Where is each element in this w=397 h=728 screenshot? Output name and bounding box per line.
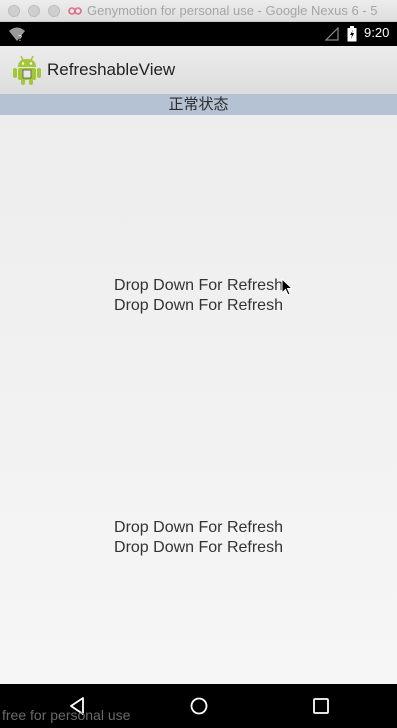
status-clock: 9:20	[364, 25, 390, 40]
list-item[interactable]: Drop Down For Refresh Drop Down For Refr…	[0, 518, 397, 558]
wifi-icon: ?	[9, 27, 25, 42]
list-item[interactable]: Drop Down For Refresh Drop Down For Refr…	[0, 276, 397, 316]
genymotion-logo-icon	[68, 7, 82, 15]
status-bar: ? 9:20	[0, 22, 397, 46]
android-icon	[13, 55, 41, 85]
signal-icon	[325, 27, 339, 41]
action-bar: RefreshableView	[0, 46, 397, 94]
list-item-text: Drop Down For Refresh	[114, 277, 283, 294]
window-titlebar: Genymotion for personal use - Google Nex…	[0, 0, 397, 22]
window-title: Genymotion for personal use - Google Nex…	[87, 3, 378, 18]
list-item-text: Drop Down For Refresh	[114, 539, 283, 556]
home-icon[interactable]	[189, 696, 209, 716]
zoom-window-button[interactable]	[48, 5, 60, 17]
list-item-text: Drop Down For Refresh	[114, 297, 283, 314]
personal-use-watermark: free for personal use	[2, 707, 131, 723]
mouse-cursor-icon	[281, 278, 293, 296]
refresh-header: 正常状态	[0, 94, 397, 115]
minimize-window-button[interactable]	[28, 5, 40, 17]
close-window-button[interactable]	[8, 5, 20, 17]
recent-apps-icon[interactable]	[312, 697, 330, 715]
refreshable-list[interactable]: Drop Down For Refresh Drop Down For Refr…	[0, 115, 397, 684]
app-title: RefreshableView	[47, 60, 176, 79]
list-item-text: Drop Down For Refresh	[114, 519, 283, 536]
svg-text:?: ?	[18, 34, 22, 42]
refresh-status-text: 正常状态	[168, 95, 229, 113]
battery-icon	[347, 26, 357, 42]
